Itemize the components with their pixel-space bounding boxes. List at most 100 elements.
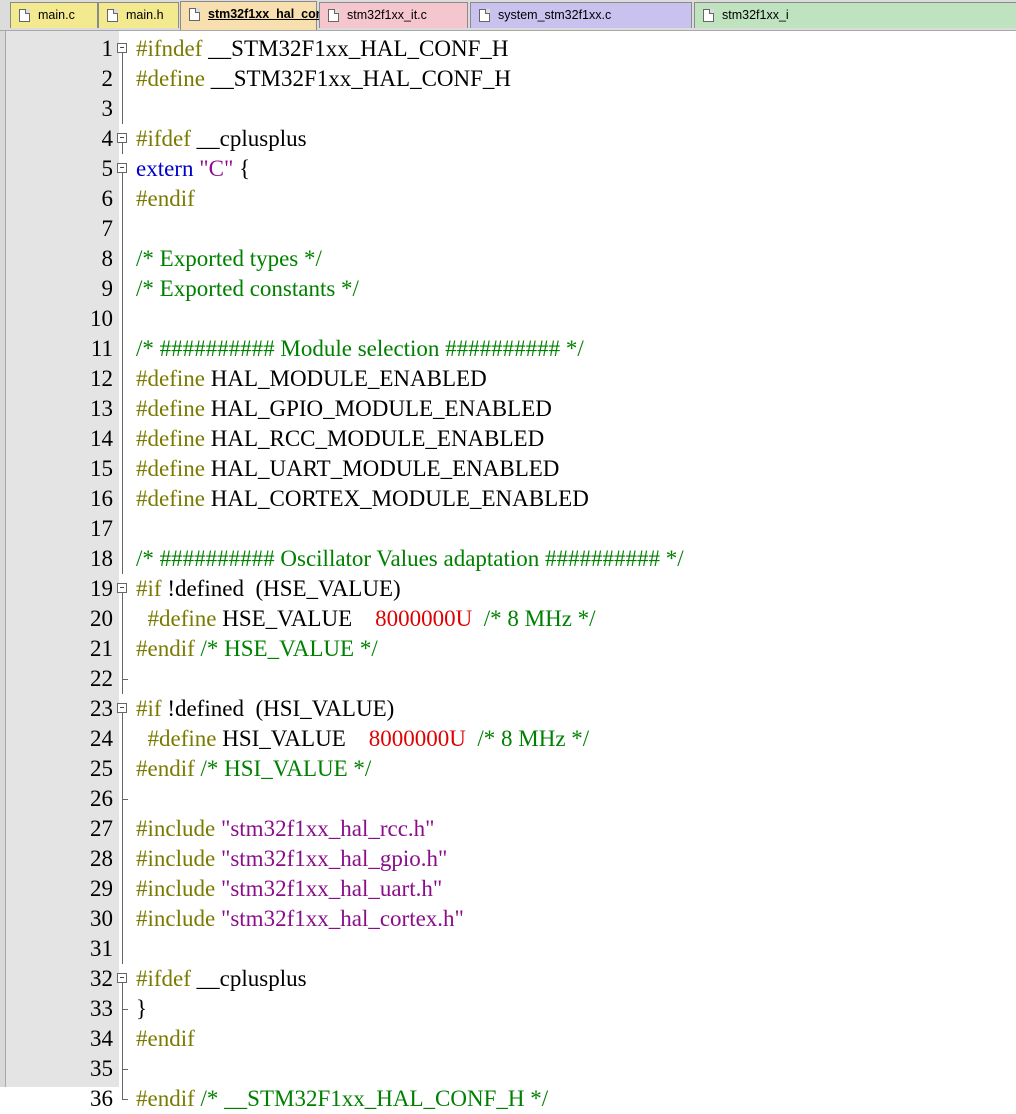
code-text: #define __STM32F1xx_HAL_CONF_H — [136, 64, 511, 94]
code-text: /* ########## Oscillator Values adaptati… — [136, 544, 684, 574]
tab-label: system_stm32f1xx.c — [498, 8, 612, 22]
tab-stm32f1xx-it-c[interactable]: stm32f1xx_it.c — [319, 2, 468, 28]
line-number: 7 — [101, 216, 114, 241]
code-line[interactable]: 8 /* Exported types */ — [6, 244, 1016, 274]
code-token: #include — [136, 816, 221, 841]
code-line[interactable]: 26 — [6, 784, 1016, 814]
code-editor[interactable]: 1 #ifndef __STM32F1xx_HAL_CONF_H 2 #define … — [6, 31, 1016, 1111]
fold-guide — [117, 94, 129, 124]
fold-guide — [117, 424, 129, 454]
line-number: 5 — [101, 156, 114, 181]
code-line[interactable]: 31 — [6, 934, 1016, 964]
code-token: #define — [136, 66, 211, 91]
code-token: /* HSI_VALUE */ — [200, 756, 372, 781]
code-line[interactable]: 21 #endif /* HSE_VALUE */ — [6, 634, 1016, 664]
code-token: #ifndef — [136, 36, 209, 61]
code-line[interactable]: 27 #include "stm32f1xx_hal_rcc.h" — [6, 814, 1016, 844]
code-line[interactable]: 5 extern "C" { — [6, 154, 1016, 184]
code-line[interactable]: 18 /* ########## Oscillator Values adapta… — [6, 544, 1016, 574]
code-line[interactable]: 34 #endif — [6, 1024, 1016, 1054]
code-token: #define — [136, 366, 211, 391]
code-line[interactable]: 22 — [6, 664, 1016, 694]
file-icon — [189, 8, 200, 21]
code-token: HAL_RCC_MODULE_ENABLED — [210, 426, 545, 451]
line-number: 31 — [90, 936, 113, 961]
fold-collapse-icon[interactable] — [117, 694, 129, 724]
line-number: 18 — [90, 546, 113, 571]
code-text: extern "C" { — [136, 154, 250, 184]
line-number: 27 — [90, 816, 113, 841]
tab-stm32f1xx-i[interactable]: stm32f1xx_i — [694, 2, 1016, 28]
fold-collapse-icon[interactable] — [117, 574, 129, 604]
code-line[interactable]: 33} — [6, 994, 1016, 1024]
code-line[interactable]: 2 #define __STM32F1xx_HAL_CONF_H — [6, 64, 1016, 94]
fold-guide — [117, 994, 129, 1024]
line-number: 33 — [90, 996, 113, 1021]
code-token: __cplusplus — [196, 126, 307, 151]
fold-guide — [117, 724, 129, 754]
code-token: #endif — [136, 186, 195, 211]
fold-guide — [117, 934, 129, 964]
code-text: #if !defined (HSE_VALUE) — [136, 574, 401, 604]
line-number: 36 — [90, 1086, 113, 1111]
code-line[interactable]: 7 — [6, 214, 1016, 244]
code-line[interactable]: 16 #define HAL_CORTEX_MODULE_ENABLED — [6, 484, 1016, 514]
code-token: } — [136, 996, 148, 1021]
code-line[interactable]: 15 #define HAL_UART_MODULE_ENABLED — [6, 454, 1016, 484]
code-token: !defined (HSE_VALUE) — [167, 576, 401, 601]
code-token: "stm32f1xx_hal_rcc.h" — [220, 816, 435, 841]
code-line[interactable]: 14 #define HAL_RCC_MODULE_ENABLED — [6, 424, 1016, 454]
tab-main-h[interactable]: main.h — [98, 2, 179, 28]
code-line[interactable]: 20 #define HSE_VALUE 8000000U /* 8 MHz *… — [6, 604, 1016, 634]
code-line[interactable]: 3 — [6, 94, 1016, 124]
code-line[interactable]: 19 #if !defined (HSE_VALUE) — [6, 574, 1016, 604]
fold-collapse-icon[interactable] — [117, 124, 129, 154]
code-line[interactable]: 35 — [6, 1054, 1016, 1084]
code-line[interactable]: 28 #include "stm32f1xx_hal_gpio.h" — [6, 844, 1016, 874]
code-line[interactable]: 17 — [6, 514, 1016, 544]
fold-guide — [117, 394, 129, 424]
code-token: __STM32F1xx_HAL_CONF_H — [210, 66, 512, 91]
code-line[interactable]: 1 #ifndef __STM32F1xx_HAL_CONF_H — [6, 34, 1016, 64]
code-text: /* ########## Module selection #########… — [136, 334, 584, 364]
code-token: __STM32F1xx_HAL_CONF_H — [208, 36, 509, 61]
code-line[interactable]: 24 #define HSI_VALUE 8000000U /* 8 MHz *… — [6, 724, 1016, 754]
fold-guide — [117, 214, 129, 244]
code-line[interactable]: 25 #endif /* HSI_VALUE */ — [6, 754, 1016, 784]
line-number: 1 — [101, 36, 114, 61]
code-text: #endif /* __STM32F1xx_HAL_CONF_H */ — [136, 1084, 548, 1114]
code-line[interactable]: 30 #include "stm32f1xx_hal_cortex.h" — [6, 904, 1016, 934]
code-token: #ifdef — [136, 126, 197, 151]
tab-system-stm32f1xx-c[interactable]: system_stm32f1xx.c — [470, 2, 692, 28]
code-token: !defined (HSI_VALUE) — [167, 696, 395, 721]
code-line[interactable]: 6 #endif — [6, 184, 1016, 214]
code-text: #endif — [136, 184, 195, 214]
code-line[interactable]: 36 #endif /* __STM32F1xx_HAL_CONF_H */ — [6, 1084, 1016, 1114]
code-line[interactable]: 4 #ifdef __cplusplus — [6, 124, 1016, 154]
code-line[interactable]: 13 #define HAL_GPIO_MODULE_ENABLED — [6, 394, 1016, 424]
code-line[interactable]: 11 /* ########## Module selection #######… — [6, 334, 1016, 364]
file-icon — [703, 9, 714, 22]
line-number: 21 — [90, 636, 113, 661]
code-text: #endif — [136, 1024, 195, 1054]
code-line[interactable]: 10 — [6, 304, 1016, 334]
code-token: HAL_UART_MODULE_ENABLED — [210, 456, 560, 481]
fold-guide — [117, 754, 129, 784]
tab-stm32f1xx-hal-conf-h[interactable]: stm32f1xx_hal_conf.h — [180, 1, 339, 30]
tab-main-c[interactable]: main.c — [10, 2, 98, 28]
code-line[interactable]: 29 #include "stm32f1xx_hal_uart.h" — [6, 874, 1016, 904]
code-line[interactable]: 12 #define HAL_MODULE_ENABLED — [6, 364, 1016, 394]
code-line[interactable]: 23 #if !defined (HSI_VALUE) — [6, 694, 1016, 724]
code-token: HAL_GPIO_MODULE_ENABLED — [210, 396, 552, 421]
line-number: 29 — [90, 876, 113, 901]
code-line[interactable]: 32 #ifdef __cplusplus — [6, 964, 1016, 994]
file-icon — [107, 9, 118, 22]
code-token: #include — [136, 876, 221, 901]
code-text: /* Exported constants */ — [136, 274, 359, 304]
fold-collapse-icon[interactable] — [117, 154, 129, 184]
fold-collapse-icon[interactable] — [117, 34, 129, 64]
code-line[interactable]: 9 /* Exported constants */ — [6, 274, 1016, 304]
fold-collapse-icon[interactable] — [117, 964, 129, 994]
code-text: #ifdef __cplusplus — [136, 964, 307, 994]
code-token: extern — [136, 156, 200, 181]
